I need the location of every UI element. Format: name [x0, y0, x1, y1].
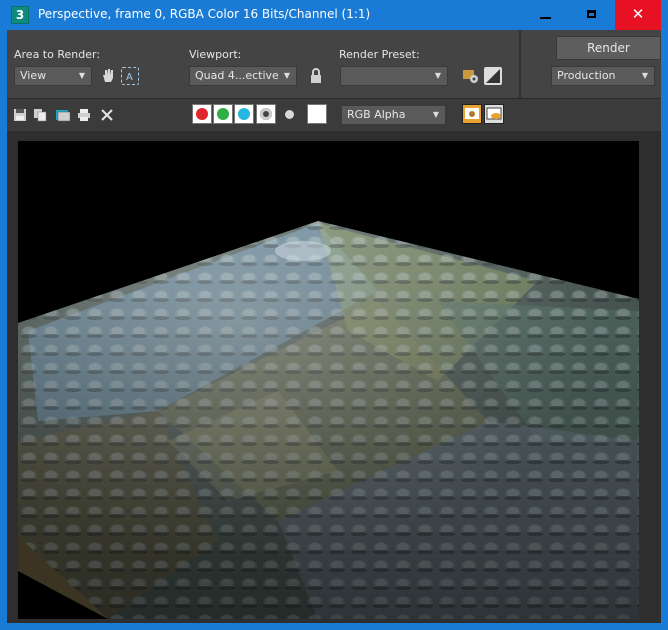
render-mode-value: Production — [557, 69, 616, 82]
render-preset-dropdown[interactable]: ▼ — [340, 66, 448, 86]
area-to-render-value: View — [20, 69, 47, 82]
close-icon: ✕ — [631, 5, 645, 23]
monochrome-icon[interactable] — [285, 110, 294, 119]
render-mode-dropdown[interactable]: Production ▼ — [551, 66, 655, 86]
rendered-image[interactable] — [18, 141, 639, 619]
edit-region-icon[interactable] — [99, 67, 117, 85]
viewport-dropdown[interactable]: Quad 4...ective ▼ — [189, 66, 297, 86]
toggle-ui-overlay-icon[interactable] — [462, 104, 482, 124]
red-channel-icon — [196, 108, 208, 120]
area-to-render-dropdown[interactable]: View ▼ — [14, 66, 92, 86]
channel-display-dropdown[interactable]: RGB Alpha ▼ — [341, 105, 446, 125]
panel-divider — [519, 30, 521, 98]
print-icon[interactable] — [77, 107, 91, 121]
channel-display-value: RGB Alpha — [347, 108, 406, 121]
blue-channel-icon — [238, 108, 250, 120]
viewport-value: Quad 4...ective — [195, 69, 279, 82]
environment-effects-icon[interactable] — [484, 67, 502, 85]
frame-toolbar: RGB Alpha ▼ — [7, 98, 661, 131]
chevron-down-icon: ▼ — [641, 71, 648, 80]
chevron-down-icon: ▼ — [432, 110, 439, 119]
render-viewport — [7, 131, 661, 623]
red-channel-toggle[interactable] — [192, 104, 212, 124]
teapot-grid-render — [18, 221, 639, 619]
lock-icon[interactable] — [307, 67, 325, 85]
swatch-color[interactable] — [307, 104, 327, 124]
blue-channel-toggle[interactable] — [234, 104, 254, 124]
area-to-render-label: Area to Render: — [14, 48, 101, 61]
svg-text:A: A — [126, 72, 133, 83]
toggle-ui-icon[interactable] — [484, 104, 504, 124]
render-preset-label: Render Preset: — [339, 48, 420, 61]
copy-icon[interactable] — [33, 107, 47, 122]
app-icon: 3 — [11, 6, 29, 24]
green-channel-toggle[interactable] — [213, 104, 233, 124]
clear-icon[interactable] — [100, 107, 114, 121]
render-frame-window: 3 Perspective, frame 0, RGBA Color 16 Bi… — [0, 0, 668, 630]
chevron-down-icon: ▼ — [434, 71, 441, 80]
render-setup-icon[interactable] — [462, 67, 480, 85]
chevron-down-icon: ▼ — [78, 71, 85, 80]
viewport-label: Viewport: — [189, 48, 242, 61]
render-settings-panel: Area to Render: View ▼ A Viewport: Quad 4… — [7, 30, 661, 98]
minimize-button[interactable] — [523, 0, 569, 30]
title-bar[interactable]: 3 Perspective, frame 0, RGBA Color 16 Bi… — [0, 0, 668, 30]
close-button[interactable]: ✕ — [615, 0, 661, 30]
auto-region-icon[interactable]: A — [121, 67, 139, 85]
minimize-icon — [540, 17, 551, 19]
alpha-channel-toggle[interactable] — [256, 104, 276, 124]
maximize-button[interactable] — [569, 0, 615, 30]
green-channel-icon — [217, 108, 229, 120]
save-icon[interactable] — [13, 107, 27, 121]
clone-frame-icon[interactable] — [55, 107, 71, 122]
window-title: Perspective, frame 0, RGBA Color 16 Bits… — [38, 7, 371, 21]
render-button[interactable]: Render — [556, 36, 661, 60]
alpha-channel-icon — [260, 108, 272, 120]
maximize-icon — [587, 10, 596, 18]
chevron-down-icon: ▼ — [283, 71, 290, 80]
